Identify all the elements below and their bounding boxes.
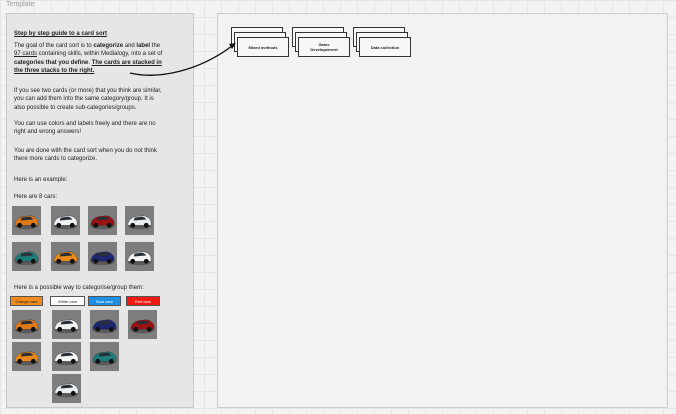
arrow-to-stacks-icon (129, 43, 236, 76)
